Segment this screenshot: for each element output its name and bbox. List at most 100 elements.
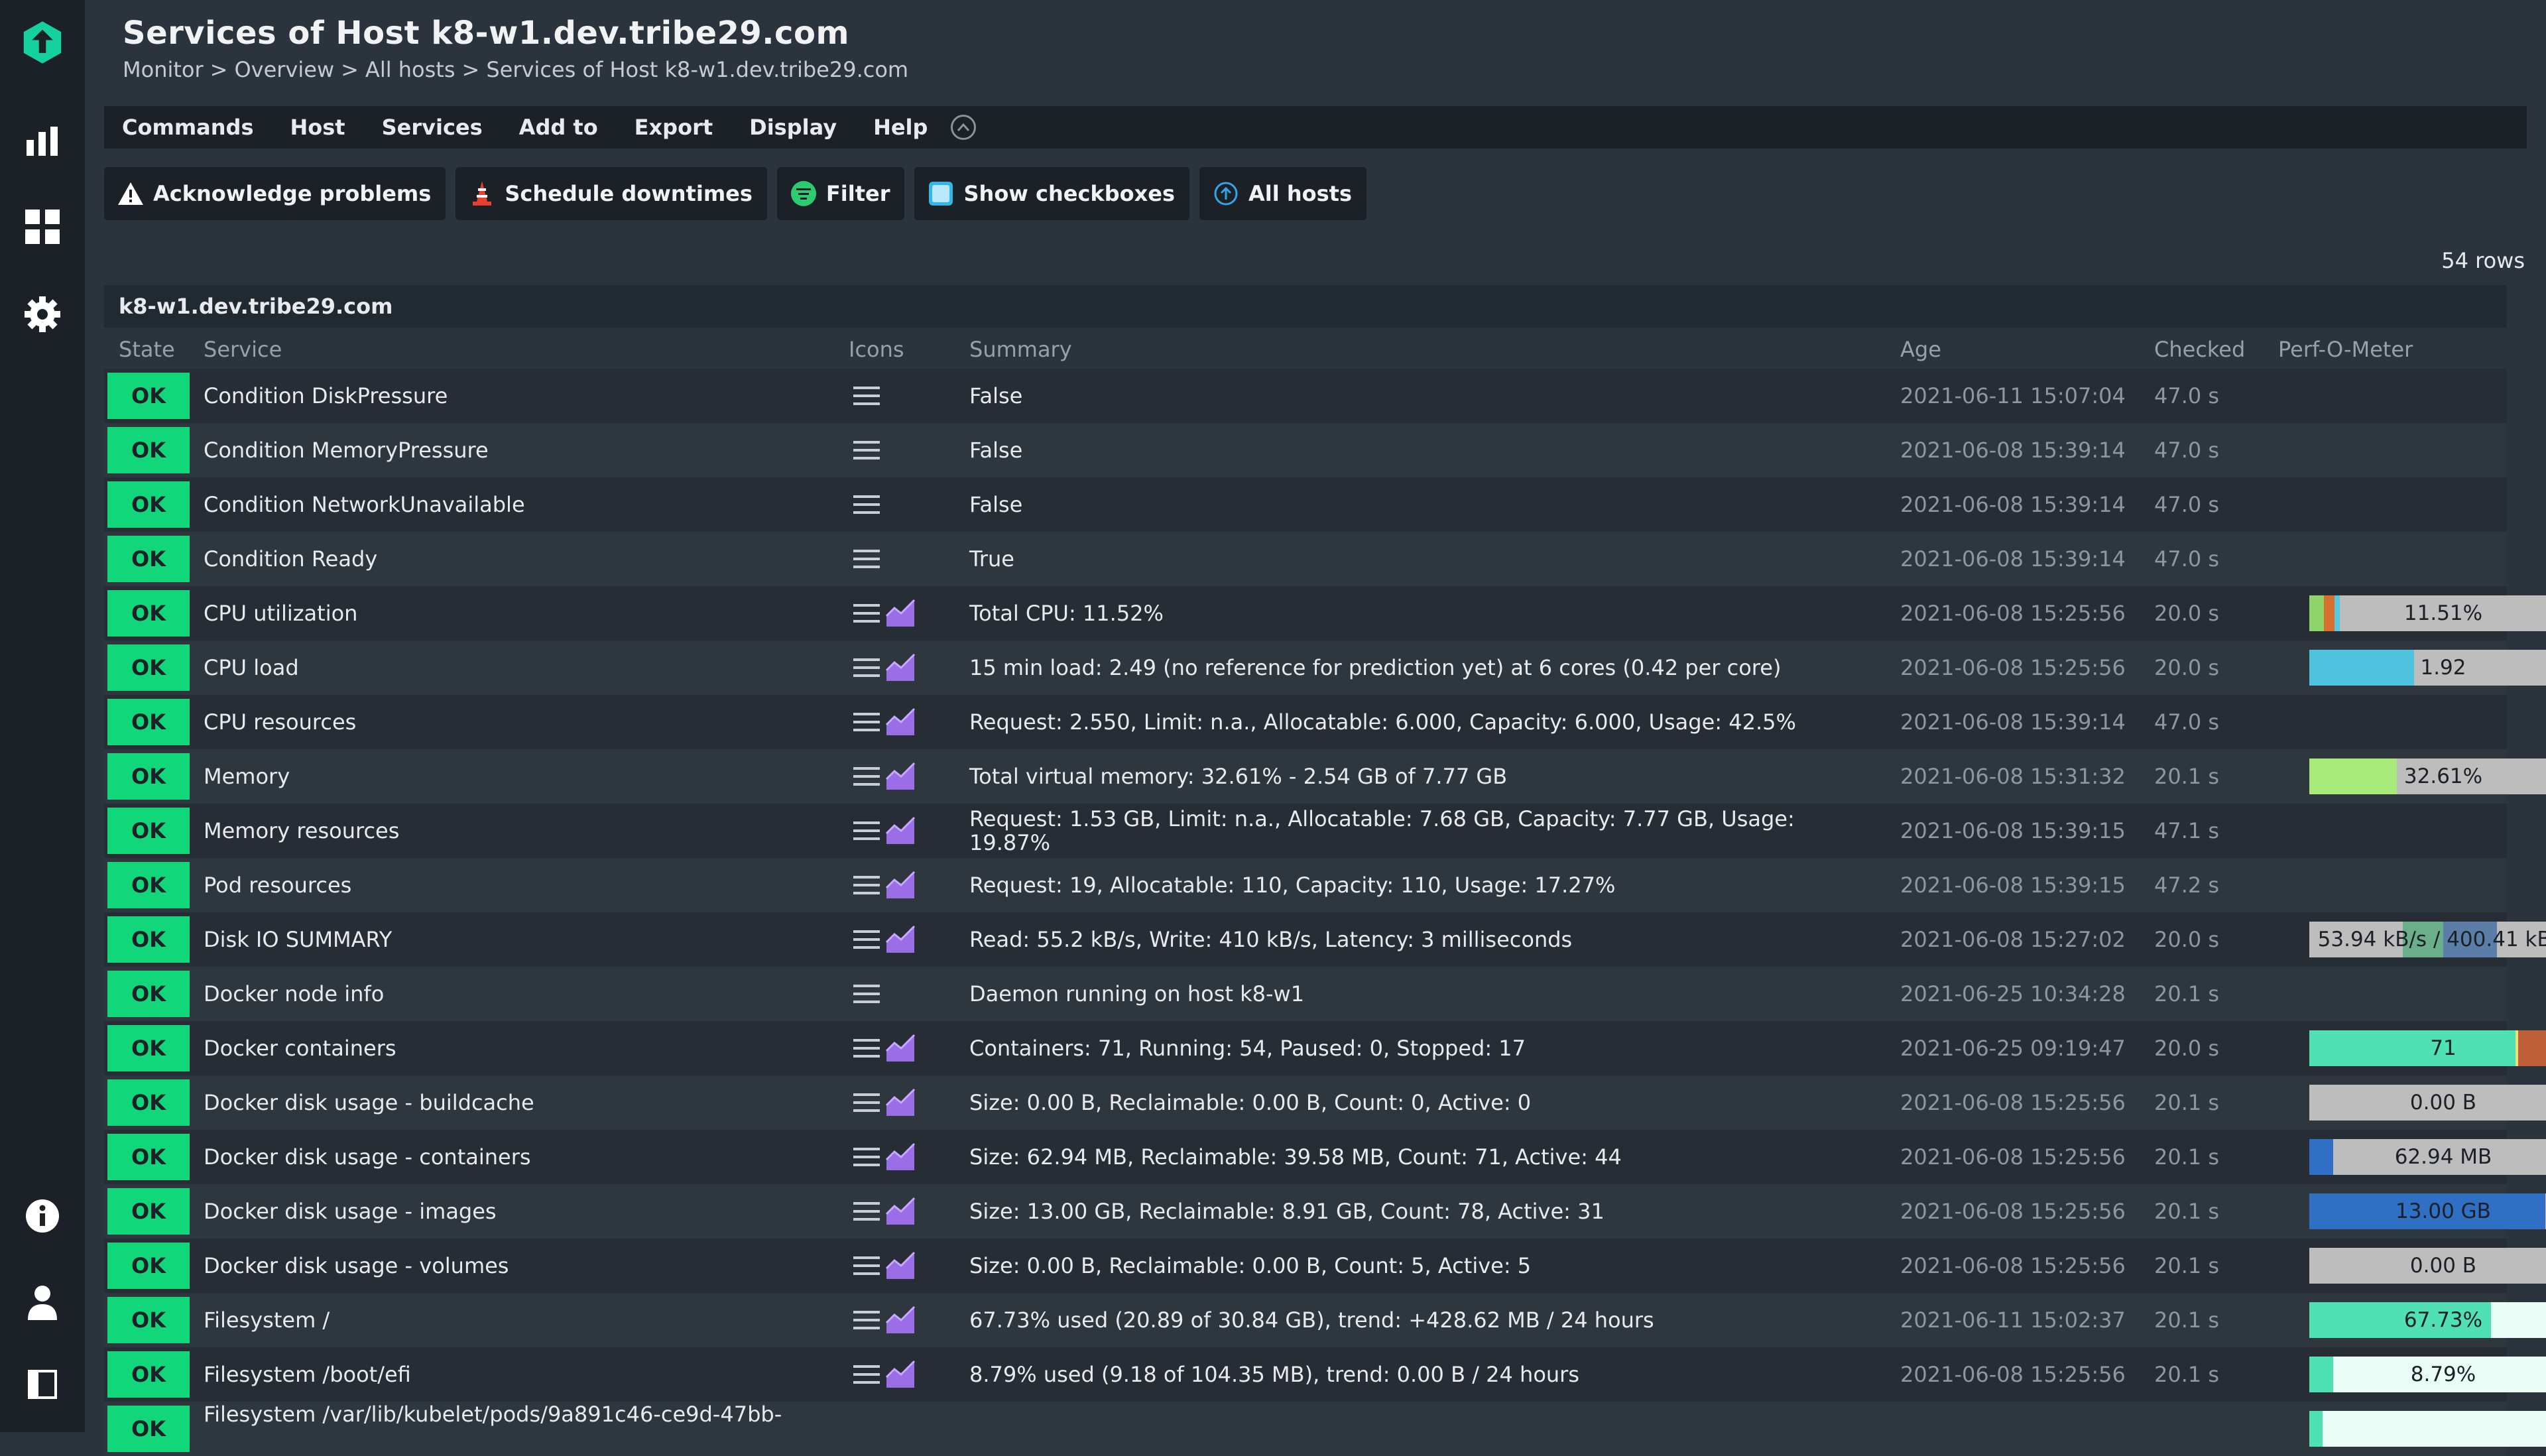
service-name[interactable]: Disk IO SUMMARY <box>204 912 392 967</box>
graph-icon[interactable] <box>885 1034 916 1063</box>
host-group-header[interactable]: k8-w1.dev.tribe29.com <box>104 285 2507 328</box>
hamburger-menu-icon[interactable] <box>852 925 881 954</box>
menu-help[interactable]: Help <box>873 115 928 140</box>
perf-o-meter[interactable]: 67.73% <box>2309 1302 2546 1338</box>
acknowledge-problems-button[interactable]: Acknowledge problems <box>104 167 446 220</box>
table-row[interactable]: OK Condition Ready True 2021-06-08 15:39:14… <box>104 532 2507 586</box>
table-row[interactable]: OK CPU load 15 min load: 2.49 (no referenc… <box>104 640 2546 695</box>
state-badge[interactable]: OK <box>107 1079 190 1126</box>
filter-button[interactable]: Filter <box>776 167 905 220</box>
table-row[interactable]: OK Docker disk usage - buildcache Size: 0.… <box>104 1075 2546 1130</box>
service-name[interactable]: Filesystem / <box>204 1293 330 1347</box>
state-badge[interactable]: OK <box>107 427 190 473</box>
column-header-age[interactable]: Age <box>1900 337 1941 362</box>
service-name[interactable]: Memory <box>204 749 290 804</box>
table-row[interactable]: OK Docker disk usage - images Size: 13.00 … <box>104 1184 2546 1239</box>
setup-gear-icon[interactable] <box>23 294 62 334</box>
state-badge[interactable]: OK <box>107 699 190 745</box>
state-badge[interactable]: OK <box>107 862 190 908</box>
perf-o-meter[interactable]: 62.94 MB <box>2309 1139 2546 1175</box>
perf-o-meter[interactable]: 8.79% <box>2309 1357 2546 1392</box>
service-name[interactable]: Filesystem /boot/efi <box>204 1347 411 1402</box>
menu-host[interactable]: Host <box>290 115 345 140</box>
perf-o-meter[interactable]: 32.61% <box>2309 758 2546 794</box>
service-name[interactable]: Docker disk usage - containers <box>204 1130 531 1184</box>
hamburger-menu-icon[interactable] <box>852 653 881 682</box>
table-row[interactable]: OK Condition MemoryPressure False 2021-06-0… <box>104 423 2507 477</box>
column-header-perf-o-meter[interactable]: Perf-O-Meter <box>2278 337 2413 362</box>
all-hosts-button[interactable]: All hosts <box>1199 167 1366 220</box>
graph-icon[interactable] <box>885 925 916 954</box>
graph-icon[interactable] <box>885 1197 916 1226</box>
table-row[interactable]: OK Filesystem /var/lib/kubelet/pods/9a891… <box>104 1402 2546 1456</box>
perf-o-meter[interactable]: 0.00 B <box>2309 1085 2546 1121</box>
hamburger-menu-icon[interactable] <box>852 979 881 1008</box>
column-header-state[interactable]: State <box>119 337 175 362</box>
service-name[interactable]: Condition MemoryPressure <box>204 423 489 477</box>
monitor-icon[interactable] <box>23 121 62 160</box>
graph-icon[interactable] <box>885 599 916 628</box>
sidebar-toggle-icon[interactable] <box>23 1365 62 1404</box>
hamburger-menu-icon[interactable] <box>852 871 881 900</box>
state-badge[interactable]: OK <box>107 916 190 963</box>
hamburger-menu-icon[interactable] <box>852 1251 881 1280</box>
table-row[interactable]: OK Docker disk usage - containers Size: 62… <box>104 1130 2546 1184</box>
graph-icon[interactable] <box>885 653 916 682</box>
service-name[interactable]: CPU resources <box>204 695 356 749</box>
table-row[interactable]: OK Docker disk usage - volumes Size: 0.00 … <box>104 1239 2546 1293</box>
table-row[interactable]: OK Docker node info Daemon running on host… <box>104 967 2507 1021</box>
state-badge[interactable]: OK <box>107 1188 190 1235</box>
service-name[interactable]: CPU load <box>204 640 299 695</box>
table-row[interactable]: OK CPU resources Request: 2.550, Limit: n.… <box>104 695 2507 749</box>
state-badge[interactable]: OK <box>107 753 190 800</box>
state-badge[interactable]: OK <box>107 808 190 854</box>
table-row[interactable]: OK Docker containers Containers: 71, Runni… <box>104 1021 2546 1075</box>
graph-icon[interactable] <box>885 816 916 845</box>
service-name[interactable]: Docker disk usage - images <box>204 1184 497 1239</box>
state-badge[interactable]: OK <box>107 1406 190 1452</box>
graph-icon[interactable] <box>885 1305 916 1335</box>
state-badge[interactable]: OK <box>107 1025 190 1071</box>
table-row[interactable]: OK Memory resources Request: 1.53 GB, Limi… <box>104 804 2507 858</box>
service-name[interactable]: Filesystem /var/lib/kubelet/pods/9a891c4… <box>204 1402 782 1456</box>
checkmk-logo-icon[interactable] <box>23 21 62 64</box>
hamburger-menu-icon[interactable] <box>852 599 881 628</box>
menu-export[interactable]: Export <box>635 115 713 140</box>
service-name[interactable]: Docker disk usage - volumes <box>204 1239 509 1293</box>
state-badge[interactable]: OK <box>107 536 190 582</box>
graph-icon[interactable] <box>885 1360 916 1389</box>
schedule-downtimes-button[interactable]: Schedule downtimes <box>455 167 767 220</box>
column-header-checked[interactable]: Checked <box>2154 337 2245 362</box>
graph-icon[interactable] <box>885 1142 916 1172</box>
table-row[interactable]: OK Pod resources Request: 19, Allocatable:… <box>104 858 2507 912</box>
perf-o-meter[interactable]: 11.51% <box>2309 595 2546 631</box>
breadcrumb-overview[interactable]: Overview <box>234 57 334 82</box>
hamburger-menu-icon[interactable] <box>852 1088 881 1117</box>
perf-o-meter[interactable]: 1.92 <box>2309 650 2546 686</box>
hamburger-menu-icon[interactable] <box>852 436 881 465</box>
table-row[interactable]: OK Condition DiskPressure False 2021-06-11 … <box>104 369 2507 423</box>
perf-o-meter[interactable] <box>2309 1411 2546 1447</box>
collapse-menu-icon[interactable] <box>951 115 977 140</box>
menu-services[interactable]: Services <box>382 115 483 140</box>
column-header-icons[interactable]: Icons <box>849 337 904 362</box>
hamburger-menu-icon[interactable] <box>852 1142 881 1172</box>
state-badge[interactable]: OK <box>107 590 190 637</box>
service-name[interactable]: Condition DiskPressure <box>204 369 448 423</box>
state-badge[interactable]: OK <box>107 971 190 1017</box>
service-name[interactable]: Docker containers <box>204 1021 396 1075</box>
table-row[interactable]: OK Disk IO SUMMARY Read: 55.2 kB/s, Write:… <box>104 912 2546 967</box>
service-name[interactable]: Memory resources <box>204 804 399 858</box>
state-badge[interactable]: OK <box>107 373 190 419</box>
perf-o-meter[interactable]: 71 <box>2309 1030 2546 1066</box>
hamburger-menu-icon[interactable] <box>852 381 881 410</box>
hamburger-menu-icon[interactable] <box>852 1360 881 1389</box>
breadcrumb-all-hosts[interactable]: All hosts <box>365 57 455 82</box>
customize-icon[interactable] <box>23 207 62 247</box>
state-badge[interactable]: OK <box>107 644 190 691</box>
show-checkboxes-button[interactable]: Show checkboxes <box>914 167 1189 220</box>
menu-add-to[interactable]: Add to <box>519 115 598 140</box>
graph-icon[interactable] <box>885 707 916 737</box>
hamburger-menu-icon[interactable] <box>852 762 881 791</box>
table-row[interactable]: OK Memory Total virtual memory: 32.61% - 2… <box>104 749 2546 804</box>
